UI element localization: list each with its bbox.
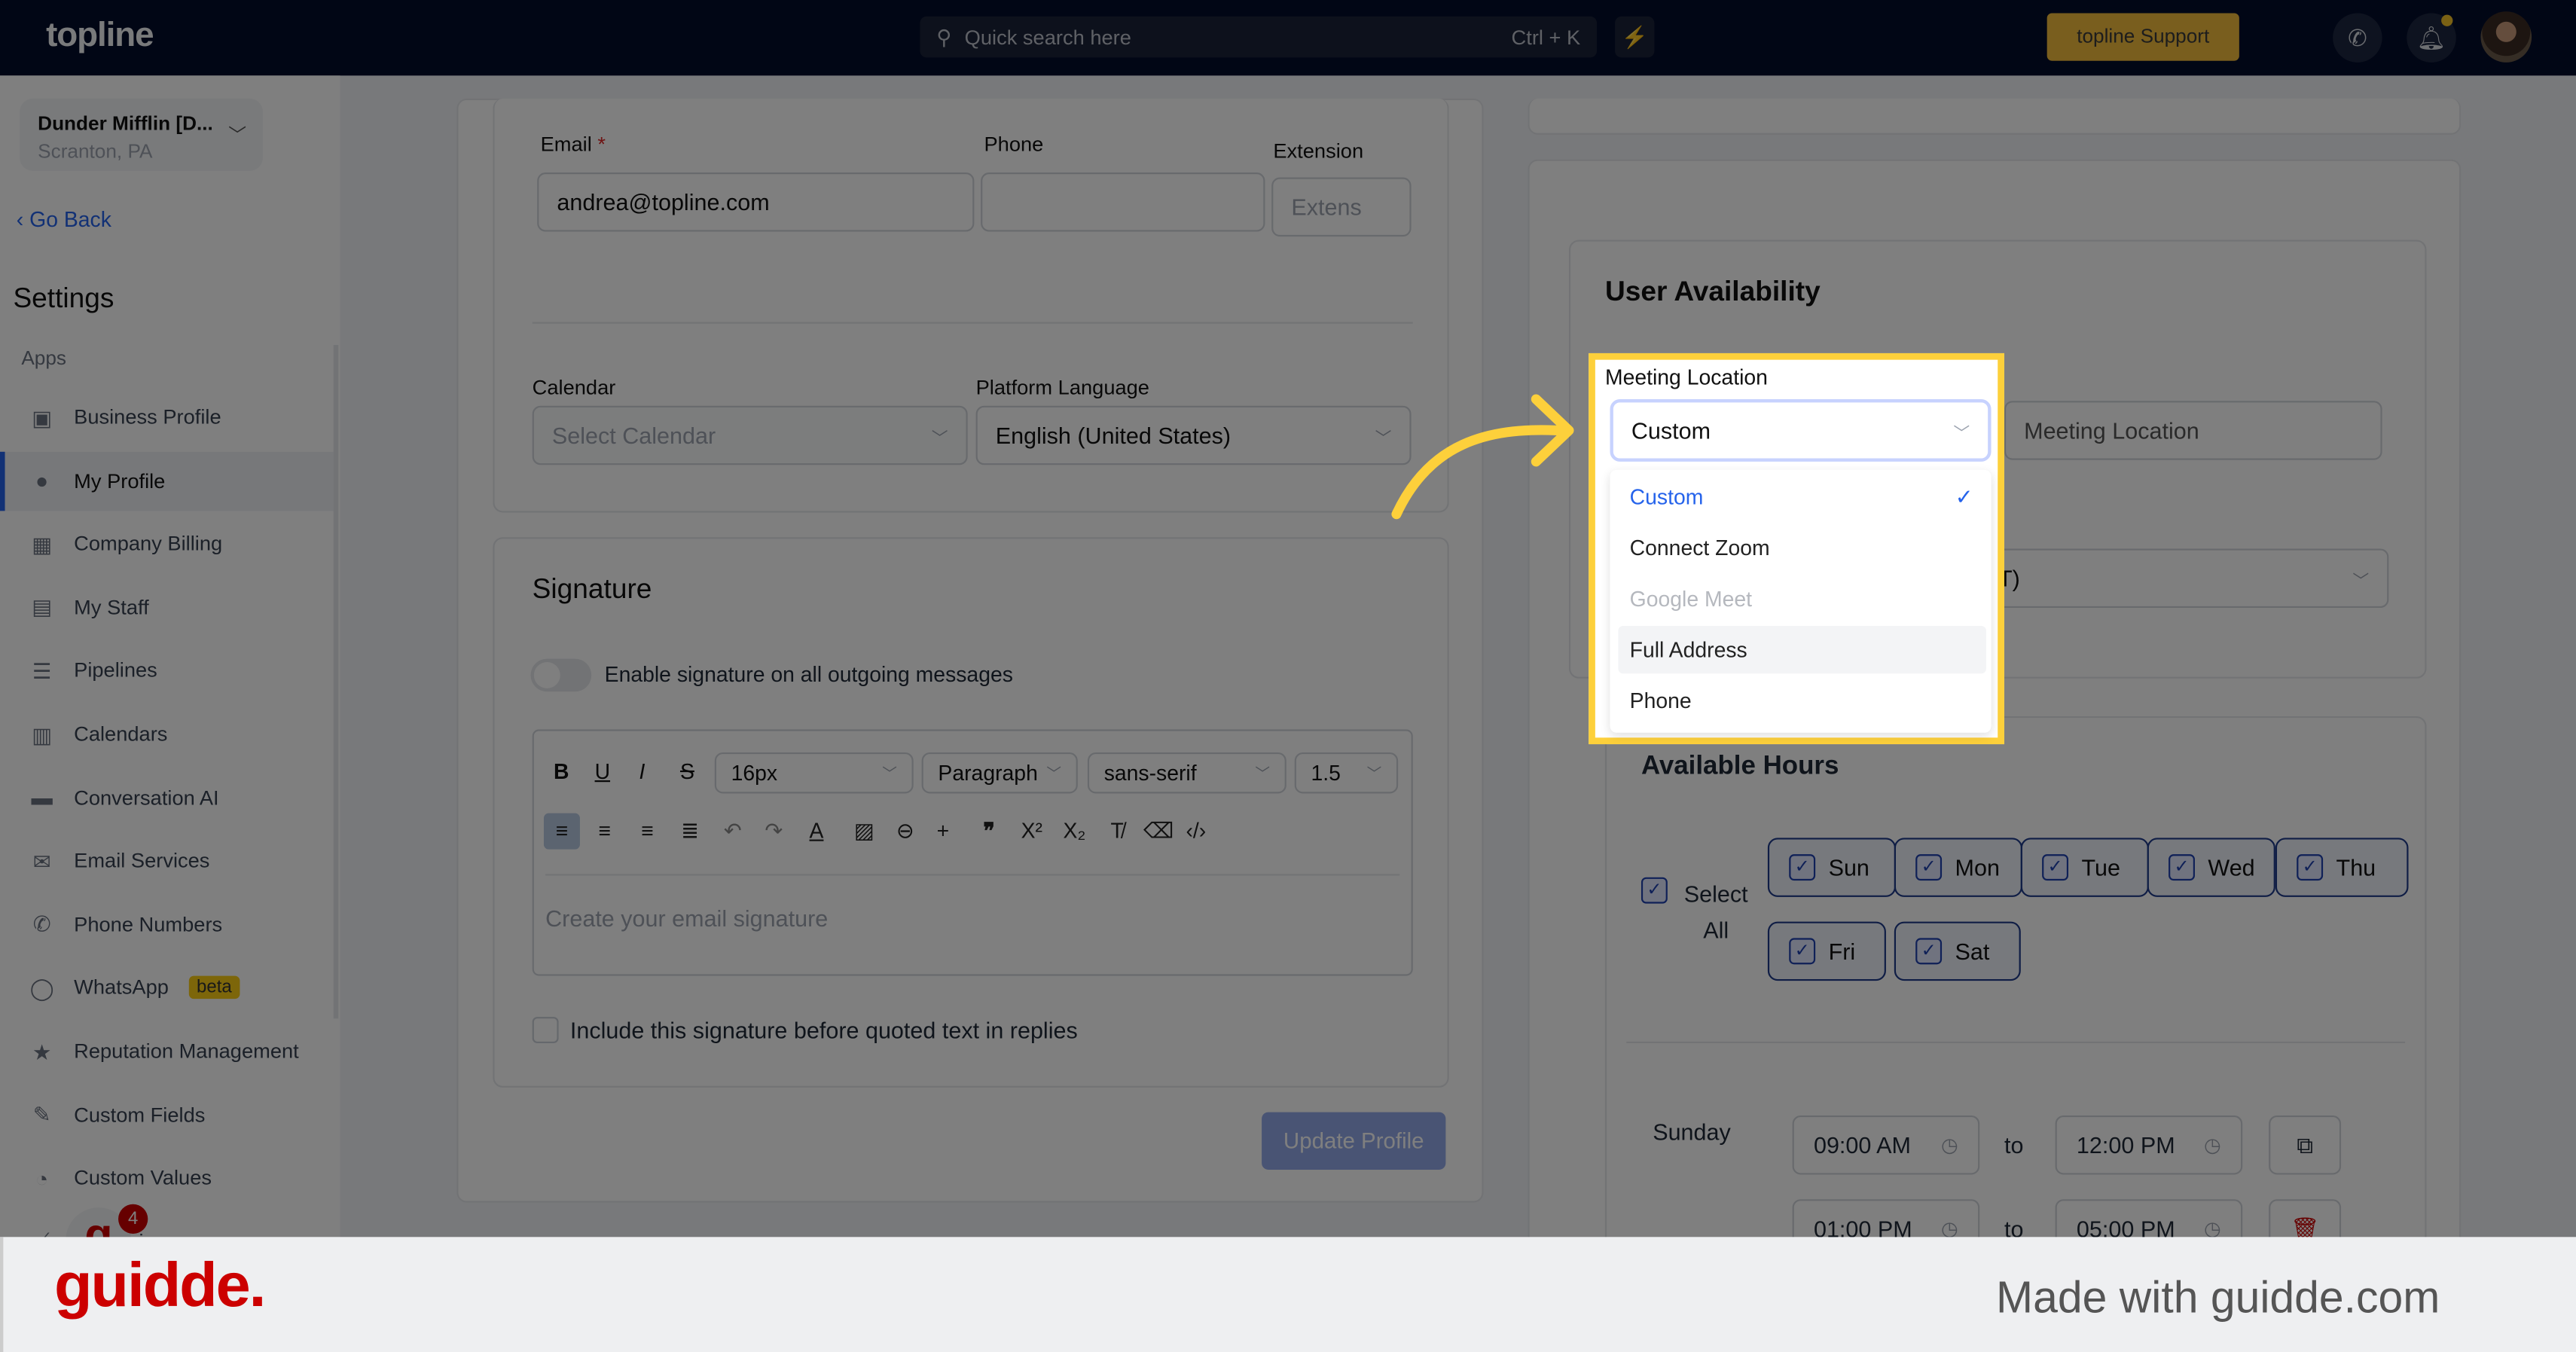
option-label: Phone (1629, 688, 1692, 713)
chevron-down-icon: ﹀ (1953, 424, 1970, 443)
option-label: Connect Zoom (1629, 536, 1770, 560)
option-google-meet: Google Meet (1618, 575, 1986, 622)
option-phone[interactable]: Phone (1618, 677, 1986, 725)
option-label: Google Meet (1629, 586, 1753, 612)
guidde-logo: guidde. (53, 1252, 267, 1321)
dim-overlay (0, 0, 2576, 1238)
made-with-text: Made with guidde.com (1996, 1273, 2440, 1323)
option-connect-zoom[interactable]: Connect Zoom (1618, 524, 1986, 572)
meeting-location-value: Custom (1631, 417, 1711, 444)
arrow-pointer-icon (1391, 394, 1574, 520)
option-label: Full Address (1629, 637, 1747, 662)
option-custom[interactable]: Custom ✓ (1618, 473, 1986, 520)
option-full-address[interactable]: Full Address (1618, 626, 1986, 674)
check-icon: ✓ (1955, 484, 1973, 509)
option-label: Custom (1629, 484, 1704, 510)
meeting-location-select[interactable]: Custom ﹀ (1610, 399, 1992, 462)
meeting-location-dropdown: Custom ✓ Connect Zoom Google Meet Full Ad… (1610, 469, 1992, 733)
meeting-location-label: Meeting Location (1604, 365, 1768, 389)
